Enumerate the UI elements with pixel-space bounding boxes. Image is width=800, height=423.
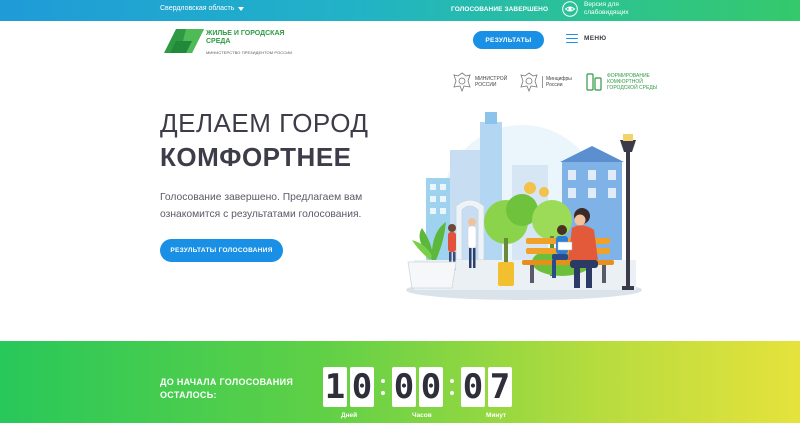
countdown-section: ДО НАЧАЛА ГОЛОСОВАНИЯ ОСТАЛОСЬ: 1 0 0 0 … — [0, 341, 800, 423]
site-logo[interactable]: ЖИЛЬЕ И ГОРОДСКАЯ СРЕДА МИНИСТЕРСТВО ПРЕ… — [164, 28, 292, 55]
trash-bin — [498, 262, 514, 286]
hero-title-line1: ДЕЛАЕМ ГОРОД — [160, 108, 369, 138]
partner-comfort-city-label: ФОРМИРОВАНИЕ КОМФОРТНОЙ ГОРОДСКОЙ СРЕДЫ — [607, 73, 658, 91]
national-projects-logo-icon — [164, 29, 204, 53]
partner-mintsifry-label: Минцифры России — [542, 76, 572, 88]
menu-button[interactable]: МЕНЮ — [566, 34, 606, 43]
logo-subtitle: МИНИСТЕРСТВО ПРЕЗИДЕНТОМ РОССИИ — [206, 50, 293, 55]
minutes-label: Минут — [486, 412, 507, 419]
partner-minstroy[interactable]: МИНИСТРОЙ РОССИИ — [452, 71, 507, 93]
voting-status: ГОЛОСОВАНИЕ ЗАВЕРШЕНО — [451, 6, 549, 13]
region-label: Свердловская область — [160, 5, 235, 12]
days-digit-1: 1 — [323, 367, 347, 407]
colon-separator — [446, 367, 458, 407]
menu-label: МЕНЮ — [584, 35, 607, 42]
city-park-illustration — [406, 112, 642, 300]
partner-comfort-city[interactable]: ФОРМИРОВАНИЕ КОМФОРТНОЙ ГОРОДСКОЙ СРЕДЫ — [584, 71, 659, 93]
region-selector[interactable]: Свердловская область — [160, 5, 245, 12]
hours-digit-2: 0 — [419, 367, 443, 407]
countdown-label: ДО НАЧАЛА ГОЛОСОВАНИЯ ОСТАЛОСЬ: — [160, 377, 294, 400]
logo-title: ЖИЛЬЕ И ГОРОДСКАЯ СРЕДА — [206, 30, 285, 45]
top-bar: Свердловская область ГОЛОСОВАНИЕ ЗАВЕРШЕ… — [0, 0, 800, 21]
minutes-digit-1: 0 — [461, 367, 485, 407]
coat-of-arms-icon — [453, 72, 471, 93]
partner-minstroy-label: МИНИСТРОЙ РОССИИ — [475, 76, 508, 88]
days-digit-2: 0 — [350, 367, 374, 407]
accessibility-label: Версия для слабовидящих — [584, 1, 629, 16]
caret-down-icon — [238, 6, 245, 11]
hero-title-line2: КОМФОРТНЕЕ — [160, 142, 352, 172]
days-label: Дней — [341, 412, 358, 419]
eye-icon — [562, 1, 578, 17]
colon-separator — [377, 367, 389, 407]
minutes-digit-2: 7 — [488, 367, 512, 407]
results-button[interactable]: РЕЗУЛЬТАТЫ — [473, 31, 544, 49]
church-dome — [524, 182, 536, 194]
comfort-city-logo-icon — [586, 73, 602, 91]
hours-label: Часов — [412, 412, 432, 419]
hero-description: Голосование завершено. Предлагаем вам оз… — [160, 192, 363, 220]
accessibility-version-link[interactable]: Версия для слабовидящих — [562, 1, 644, 17]
hours-digit-1: 0 — [392, 367, 416, 407]
partner-logos: МИНИСТРОЙ РОССИИ Минцифры России ФОРМИРО… — [452, 71, 671, 93]
hamburger-icon — [566, 34, 578, 43]
partner-mintsifry[interactable]: Минцифры России — [519, 71, 572, 93]
countdown-timer: 1 0 0 0 0 7 — [323, 367, 515, 407]
coat-of-arms-icon — [520, 72, 538, 93]
voting-results-button[interactable]: РЕЗУЛЬТАТЫ ГОЛОСОВАНИЯ — [160, 239, 283, 262]
